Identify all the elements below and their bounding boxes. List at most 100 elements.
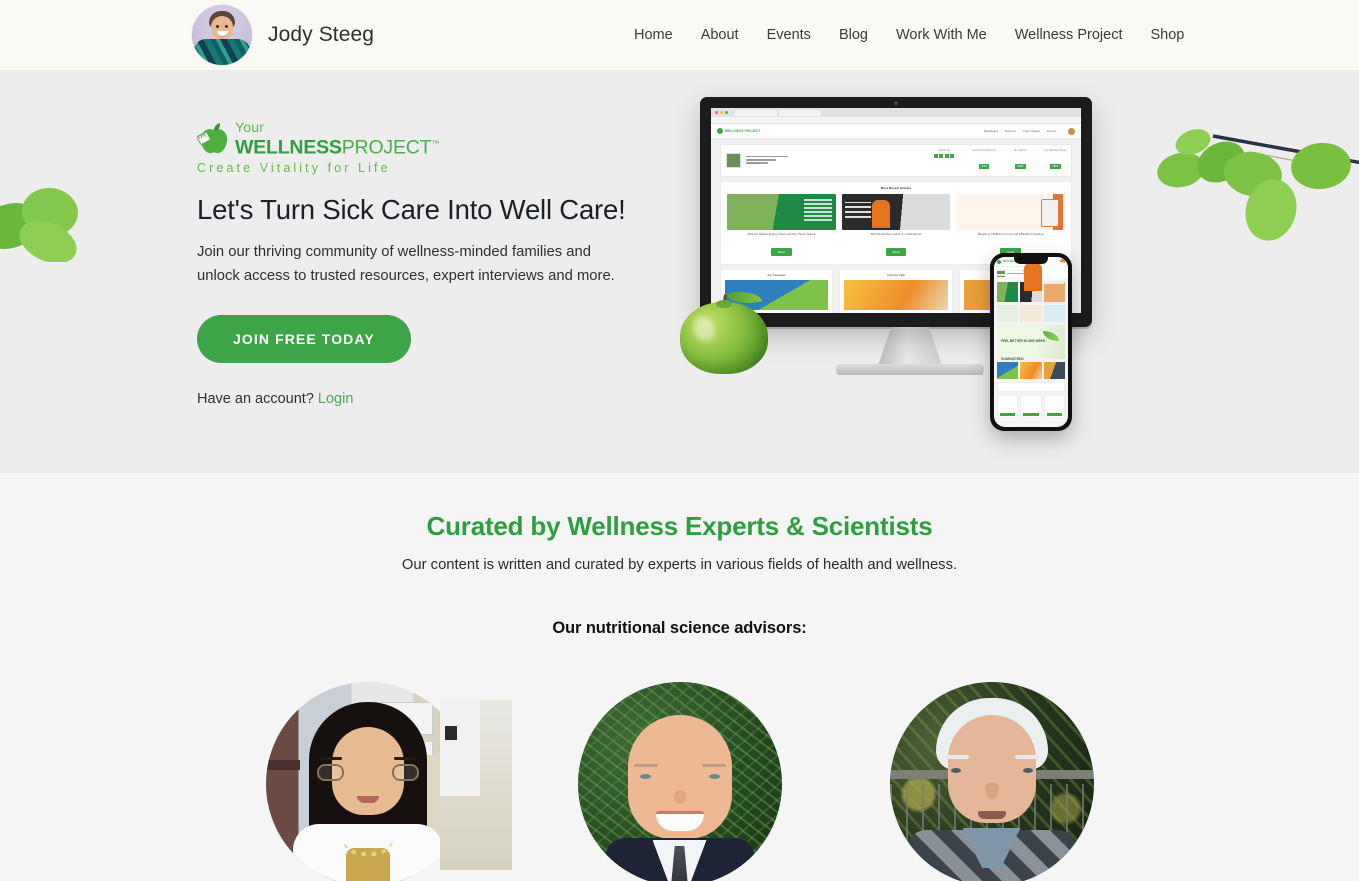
- app-menu-learn-earn[interactable]: Learn & Earn: [1023, 129, 1040, 133]
- profile-text: [746, 155, 788, 166]
- article-read-button[interactable]: Read: [770, 247, 792, 256]
- login-link[interactable]: Login: [318, 391, 353, 407]
- article-thumbnail: [956, 194, 1066, 230]
- nav-item-blog[interactable]: Blog: [825, 21, 882, 49]
- phone-article-grid: [994, 279, 1068, 305]
- account-prompt-text: Have an account?: [197, 391, 314, 408]
- wellness-project-logo: Your WELLNESSPROJECT™ Create Vitality fo…: [197, 120, 439, 177]
- green-apple-icon: [680, 286, 768, 374]
- phone-product-card[interactable]: [997, 395, 1019, 419]
- hero-subheading: Join our thriving community of wellness-…: [197, 244, 615, 285]
- profile-photo: [726, 153, 741, 168]
- hero-copy: Your WELLNESSPROJECT™ Create Vitality fo…: [197, 120, 667, 407]
- advisor-photo-overflow: [439, 700, 512, 870]
- page-root: Jody Steeg Home About Events Blog Work W…: [0, 0, 1359, 881]
- logo-trademark: ™: [431, 139, 440, 148]
- device-mockup: WELLNESS PROJECT Dashboard Discover Lear…: [660, 92, 1160, 452]
- site-header: Jody Steeg Home About Events Blog Work W…: [0, 0, 1359, 70]
- experts-section: Curated by Wellness Experts & Scientists…: [0, 473, 1359, 881]
- phone-article-thumb[interactable]: [1020, 282, 1042, 302]
- phone-promo-text: FEEL BETTER IN ONE WEEK. GUARANTEED.: [1001, 339, 1046, 361]
- advisor-card[interactable]: [265, 682, 512, 881]
- nav-item-events[interactable]: Events: [753, 21, 825, 49]
- stat-follow-me[interactable]: Follow Me: [933, 149, 955, 172]
- advisor-photo-2: [577, 682, 782, 881]
- phone-notch: [1014, 257, 1048, 264]
- profile-stats: Follow Me My Facebook Group JOIN My Tool…: [933, 149, 1066, 172]
- sub-card-title: July Newsletter: [767, 272, 787, 277]
- advisor-card[interactable]: [577, 682, 782, 881]
- profile-card: Follow Me My Facebook Group JOIN My Tool…: [720, 144, 1072, 177]
- article-caption: What Are Shaklee Energy Chews and Why Th…: [747, 233, 816, 236]
- sub-card-title: Archived Calls: [887, 272, 905, 277]
- phone-product-card[interactable]: [1020, 395, 1042, 419]
- advisor-card[interactable]: [889, 682, 1094, 881]
- brand[interactable]: Jody Steeg: [192, 5, 374, 65]
- logo-word-wellness: WELLNESS: [235, 136, 342, 159]
- sub-card[interactable]: Archived Calls: [839, 268, 953, 313]
- stat-facebook-group[interactable]: My Facebook Group JOIN: [972, 149, 996, 172]
- leaf-branch-left-icon: [0, 187, 78, 262]
- brand-name: Jody Steeg: [268, 23, 375, 46]
- monitor-stand-base: [836, 364, 984, 375]
- hero-heading: Let's Turn Sick Care Into Well Care!: [197, 194, 626, 225]
- phone-secondary-grid: [994, 305, 1068, 322]
- phone-product-card[interactable]: [1043, 395, 1065, 419]
- article-caption: What Should Men Look for in a Multivitam…: [870, 233, 922, 236]
- phone-sub-thumb[interactable]: [997, 305, 1019, 322]
- phone-article-thumb[interactable]: [997, 282, 1019, 302]
- advisors-subheading: Our nutritional science advisors:: [552, 619, 807, 637]
- logo-word-project: PROJECT: [341, 136, 432, 159]
- phone-sub-thumb[interactable]: [1020, 305, 1042, 322]
- main-nav: Home About Events Blog Work With Me Well…: [620, 21, 1198, 49]
- join-free-today-button[interactable]: JOIN FREE TODAY: [197, 315, 411, 364]
- sub-card-thumbnail: [844, 279, 948, 310]
- experts-lead: Our content is written and curated by ex…: [401, 557, 958, 573]
- phone-product-grid: [994, 395, 1068, 422]
- article-card[interactable]: Benefits of CitriBoost if You've Had a B…: [956, 194, 1066, 258]
- app-menu-events[interactable]: Events: [1047, 129, 1056, 133]
- mobile-phone-mockup: WELLNESS PROJECT: [990, 253, 1072, 431]
- app-menu: Dashboard Discover Learn & Earn Events: [984, 127, 1075, 135]
- stat-tool-kit[interactable]: My Tool Kit VIEW: [1014, 149, 1027, 172]
- phone-article-thumb[interactable]: [1043, 282, 1065, 302]
- article-thumbnail: [841, 194, 951, 230]
- monitor-stand-neck: [878, 325, 942, 365]
- article-caption: Benefits of CitriBoost if You've Had a B…: [978, 233, 1044, 236]
- app-logo-text: WELLNESS PROJECT: [725, 129, 761, 133]
- app-menu-discover[interactable]: Discover: [1005, 129, 1016, 133]
- nav-item-wellness-project[interactable]: Wellness Project: [1001, 21, 1137, 49]
- app-logo: WELLNESS PROJECT: [717, 128, 760, 134]
- app-topbar: WELLNESS PROJECT Dashboard Discover Lear…: [711, 124, 1081, 139]
- advisor-photo-3: [889, 682, 1094, 881]
- phone-screen: WELLNESS PROJECT: [994, 257, 1068, 427]
- recent-articles-title: Most Recent Articles: [880, 186, 912, 190]
- nav-item-about[interactable]: About: [687, 21, 753, 49]
- hero-section: Your WELLNESSPROJECT™ Create Vitality fo…: [0, 70, 1359, 473]
- phone-tert-thumb[interactable]: [1043, 362, 1065, 379]
- logo-word-your: Your: [235, 119, 265, 135]
- article-card[interactable]: What Are Shaklee Energy Chews and Why Th…: [727, 194, 836, 258]
- nav-item-home[interactable]: Home: [620, 21, 687, 49]
- nav-item-work-with-me[interactable]: Work With Me: [882, 21, 1001, 49]
- app-menu-dashboard[interactable]: Dashboard: [984, 129, 998, 133]
- article-read-button[interactable]: Read: [885, 247, 907, 256]
- phone-promo-banner[interactable]: FEEL BETTER IN ONE WEEK. GUARANTEED.: [997, 325, 1065, 361]
- stat-wellness-shop[interactable]: My Wellness Shop VIEW: [1045, 149, 1066, 172]
- phone-sub-thumb[interactable]: [1043, 305, 1065, 322]
- article-thumbnail: [727, 194, 836, 230]
- nav-item-shop[interactable]: Shop: [1136, 21, 1198, 49]
- phone-wide-banner[interactable]: [997, 382, 1065, 392]
- app-user-avatar: [1068, 127, 1075, 135]
- avatar: [192, 5, 252, 65]
- advisor-list: [0, 682, 1359, 881]
- account-prompt: Have an account? Login: [197, 391, 667, 407]
- experts-heading: Curated by Wellness Experts & Scientists: [426, 511, 933, 541]
- article-card-list: What Are Shaklee Energy Chews and Why Th…: [727, 194, 1066, 258]
- article-card[interactable]: What Should Men Look for in a Multivitam…: [841, 194, 951, 258]
- apple-tape-icon: [197, 123, 228, 154]
- browser-chrome-bar: [711, 108, 1081, 117]
- leaf-branch-right-icon: [1157, 129, 1359, 241]
- browser-url-bar: [711, 117, 1081, 124]
- logo-tagline: Create Vitality for Life: [197, 161, 391, 175]
